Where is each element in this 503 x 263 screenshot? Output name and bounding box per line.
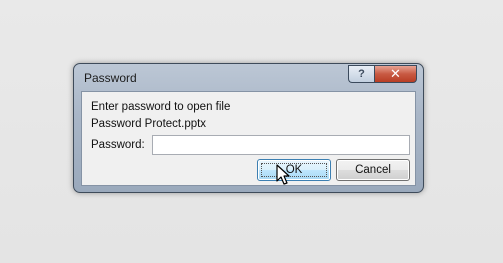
prompt-message: Enter password to open file [91,101,231,113]
close-button[interactable]: ✕ [374,65,417,83]
cancel-button[interactable]: Cancel [336,159,410,181]
close-icon: ✕ [390,66,401,81]
desktop-background: Password ? ✕ Enter password to open file… [0,0,503,263]
cancel-button-label: Cancel [355,164,391,176]
password-field[interactable] [152,135,410,155]
mouse-pointer-icon [276,164,290,185]
password-dialog: Password ? ✕ Enter password to open file… [73,63,424,193]
file-name: Password Protect.pptx [91,118,207,130]
dialog-body: Enter password to open file Password Pro… [81,91,416,186]
title-bar[interactable]: Password ? ✕ [74,64,423,91]
ok-button[interactable]: OK [257,159,331,181]
password-label: Password: [91,139,145,151]
caption-buttons: ? ✕ [348,65,417,83]
dialog-title: Password [84,71,137,85]
help-button[interactable]: ? [348,65,374,83]
help-icon: ? [358,68,365,80]
